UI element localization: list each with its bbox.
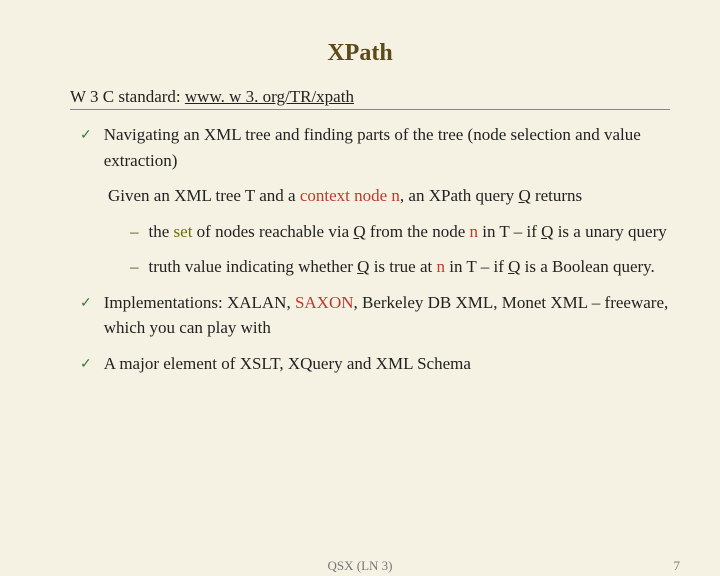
check-icon: ✓ [80, 290, 92, 341]
d1-g: in T – if [478, 222, 541, 241]
d2-d: n [437, 257, 446, 276]
p1-e: returns [531, 186, 582, 205]
d1-e: from the node [366, 222, 470, 241]
d1-d: Q [353, 222, 365, 241]
d1-f: n [470, 222, 479, 241]
paragraph-1: Given an XML tree T and a context node n… [108, 183, 670, 209]
page-number: 7 [674, 558, 681, 574]
dash-icon: – [130, 219, 139, 245]
footer-center: QSX (LN 3) [328, 558, 393, 574]
slide-title: XPath [50, 40, 670, 67]
d2-a: truth value indicating whether [149, 257, 358, 276]
p1-a: Given an XML tree T and a [108, 186, 300, 205]
subtitle: W 3 C standard: www. w 3. org/TR/xpath [70, 87, 354, 106]
subtitle-link[interactable]: www. w 3. org/TR/xpath [185, 87, 354, 106]
p1-b: context node n [300, 186, 400, 205]
bullet-text-3: A major element of XSLT, XQuery and XML … [104, 351, 471, 377]
b2-b: SAXON [295, 293, 354, 312]
d1-h: Q [541, 222, 553, 241]
bullet-item-3: ✓ A major element of XSLT, XQuery and XM… [80, 351, 670, 377]
d1-i: is a unary query [553, 222, 666, 241]
check-icon: ✓ [80, 351, 92, 377]
dash-item-1: – the set of nodes reachable via Q from … [130, 219, 670, 245]
p1-d: Q [518, 186, 530, 205]
dash-icon: – [130, 254, 139, 280]
subtitle-prefix: W 3 C standard: [70, 87, 185, 106]
d1-a: the [149, 222, 174, 241]
d2-b: Q [357, 257, 369, 276]
d1-b: set [174, 222, 193, 241]
dash-item-2: – truth value indicating whether Q is tr… [130, 254, 670, 280]
bullet-item-1: ✓ Navigating an XML tree and finding par… [80, 122, 670, 173]
bullet-text-2: Implementations: XALAN, SAXON, Berkeley … [104, 290, 670, 341]
d2-f: Q [508, 257, 520, 276]
check-icon: ✓ [80, 122, 92, 173]
dash-text-2: truth value indicating whether Q is true… [149, 254, 655, 280]
bullet-text-1: Navigating an XML tree and finding parts… [104, 122, 670, 173]
d2-c: is true at [369, 257, 436, 276]
p1-c: , an XPath query [400, 186, 519, 205]
subtitle-row: W 3 C standard: www. w 3. org/TR/xpath [70, 87, 670, 110]
d2-e: in T – if [445, 257, 508, 276]
slide: XPath W 3 C standard: www. w 3. org/TR/x… [0, 0, 720, 576]
b2-a: Implementations: XALAN, [104, 293, 295, 312]
d1-c: of nodes reachable via [192, 222, 353, 241]
dash-text-1: the set of nodes reachable via Q from th… [149, 219, 667, 245]
d2-g: is a Boolean query. [520, 257, 654, 276]
bullet-item-2: ✓ Implementations: XALAN, SAXON, Berkele… [80, 290, 670, 341]
